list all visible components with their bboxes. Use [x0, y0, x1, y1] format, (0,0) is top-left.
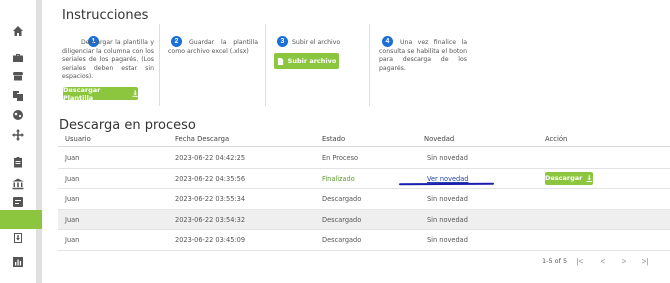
button-label: Descargar Plantilla	[63, 85, 101, 102]
cell-usuario: Juan	[65, 154, 80, 162]
upload-file-button[interactable]: Subir archivo	[274, 53, 339, 69]
home-icon[interactable]	[0, 20, 36, 42]
cell-estado: Descargado	[322, 215, 362, 224]
download-icon	[131, 90, 138, 97]
process-title: Descarga en proceso	[59, 118, 196, 133]
last-page-button[interactable]: >|	[639, 255, 651, 267]
step-text: Descargar la plantilla y diligenciar la …	[62, 39, 154, 81]
clipboard-icon[interactable]	[0, 151, 36, 173]
chart-icon[interactable]	[0, 251, 36, 273]
cell-estado: Descargado	[322, 195, 362, 203]
step-number-badge: 3	[277, 36, 288, 47]
instruction-step-3: 3 Subir el archivo Subir archivo	[266, 24, 370, 106]
view-novedad-link[interactable]: Ver novedad	[427, 175, 468, 183]
checklist-icon[interactable]	[0, 191, 36, 213]
button-label: Subir archivo	[287, 57, 337, 65]
step-text: Subir el archivo	[292, 39, 341, 46]
cell-novedad: Sin novedad	[427, 215, 468, 224]
cell-fecha: 2023-06-22 03:55:34	[175, 195, 246, 203]
cell-estado: En Proceso	[322, 154, 359, 162]
cell-fecha: 2023-06-22 03:54:32	[175, 215, 246, 224]
cell-novedad: Sin novedad	[427, 195, 468, 203]
main-content: Instrucciones 1 Descargar la plantilla y…	[42, 0, 670, 283]
column-header-usuario: Usuario	[65, 135, 91, 143]
step-text: Guardar la plantilla como archivo excel …	[168, 39, 258, 55]
table-header: Usuario Fecha Descarga Estado Novedad Ac…	[58, 132, 670, 147]
cell-fecha: 2023-06-22 04:42:25	[175, 154, 246, 162]
pagination-label: 1-5 of 5	[542, 257, 568, 265]
button-label: Descargar	[545, 174, 583, 182]
instructions-title: Instrucciones	[62, 8, 149, 23]
table-row: Juan 2023-06-22 03:45:09 Descargado Sin …	[58, 230, 670, 251]
download-icon	[586, 174, 593, 182]
download-box-icon[interactable]	[0, 227, 36, 249]
cell-usuario: Juan	[65, 236, 80, 244]
sidebar	[0, 0, 42, 283]
instruction-step-1: 1 Descargar la plantilla y diligenciar l…	[62, 24, 160, 106]
table-row: Juan 2023-06-22 04:35:56 Finalizado Ver …	[58, 169, 670, 189]
column-header-estado: Estado	[322, 135, 346, 143]
column-header-novedad: Novedad	[424, 135, 455, 143]
cell-fecha: 2023-06-22 04:35:56	[175, 174, 246, 183]
download-template-button[interactable]: Descargar Plantilla	[63, 85, 138, 102]
file-icon	[277, 57, 283, 65]
column-header-accion: Acción	[545, 135, 568, 143]
previous-page-button[interactable]: <	[597, 255, 609, 267]
table-row: Juan 2023-06-22 03:54:32 Descargado Sin …	[58, 209, 670, 230]
instruction-step-4: 4 Una vez finalice la consulta se habili…	[370, 24, 468, 106]
table-row: Juan 2023-06-22 04:42:25 En Proceso Sin …	[58, 148, 670, 169]
cell-usuario: Juan	[65, 195, 80, 203]
cell-usuario: Juan	[65, 174, 80, 183]
first-page-button[interactable]: |<	[574, 255, 586, 267]
step-text: Una vez finalice la consulta se habilita…	[379, 39, 467, 72]
table-row: Juan 2023-06-22 03:55:34 Descargado Sin …	[58, 189, 670, 210]
globe-icon[interactable]	[0, 104, 36, 126]
download-row-button[interactable]: Descargar	[545, 171, 593, 185]
column-header-fecha: Fecha Descarga	[175, 135, 230, 143]
cell-estado: Descargado	[322, 236, 362, 244]
next-page-button[interactable]: >	[618, 255, 630, 267]
cell-estado: Finalizado	[322, 174, 355, 183]
move-icon[interactable]	[0, 124, 36, 146]
cell-usuario: Juan	[65, 215, 80, 224]
cell-novedad: Sin novedad	[427, 154, 468, 162]
instruction-step-2: 2 Guardar la plantilla como archivo exce…	[160, 24, 266, 106]
store-icon[interactable]	[0, 65, 36, 87]
cell-novedad: Sin novedad	[427, 236, 468, 244]
cell-fecha: 2023-06-22 03:45:09	[175, 236, 246, 244]
